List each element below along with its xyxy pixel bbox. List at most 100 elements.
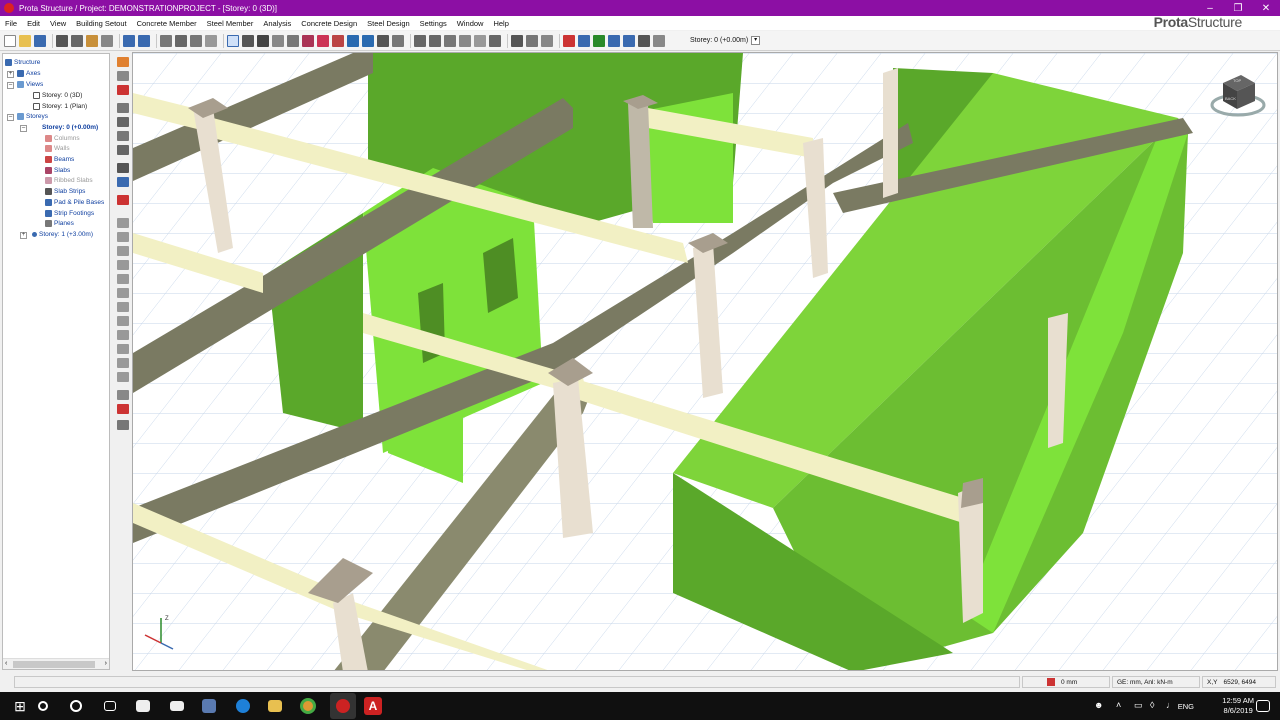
pan-icon[interactable]	[117, 145, 129, 155]
section-icon[interactable]	[414, 34, 426, 47]
menu-concrete-member[interactable]: Concrete Member	[132, 19, 202, 28]
view-option-icon[interactable]	[117, 288, 129, 298]
menu-window[interactable]: Window	[452, 19, 489, 28]
mirror-icon[interactable]	[190, 34, 202, 47]
slab-tool-icon[interactable]	[317, 34, 329, 47]
tree-view-plan[interactable]: Storey: 1 (Plan)	[33, 103, 87, 110]
3d-model-render[interactable]: TOP BACK Z	[133, 53, 1278, 671]
view-option-icon[interactable]	[117, 358, 129, 368]
rotate-icon[interactable]	[175, 34, 187, 47]
zoom-icon[interactable]	[117, 103, 129, 113]
elevation-icon[interactable]	[429, 34, 441, 47]
orbit-icon[interactable]	[117, 163, 129, 173]
dimension-tool-icon[interactable]	[392, 34, 404, 47]
tree-item-slabs[interactable]: Slabs	[45, 167, 70, 174]
menu-concrete-design[interactable]: Concrete Design	[296, 19, 362, 28]
view-option-icon[interactable]	[117, 232, 129, 242]
print-icon[interactable]	[56, 34, 68, 47]
view-option-icon[interactable]	[117, 246, 129, 256]
network-icon[interactable]: ◊	[1150, 700, 1162, 712]
view-option-icon[interactable]	[117, 344, 129, 354]
bracing-tool-icon[interactable]	[377, 34, 389, 47]
collapse-views-toggle[interactable]: –	[7, 82, 14, 89]
tree-item-walls[interactable]: Walls	[45, 145, 70, 152]
axis-tool-icon[interactable]	[117, 85, 129, 95]
autocad-icon[interactable]: A	[364, 697, 382, 715]
render-icon[interactable]	[474, 34, 486, 47]
view-option-icon[interactable]	[117, 372, 129, 382]
footing-tool-icon[interactable]	[347, 34, 359, 47]
schedule-icon[interactable]	[541, 34, 553, 47]
beam-tool-icon[interactable]	[302, 34, 314, 47]
view-option-icon[interactable]	[117, 390, 129, 400]
drawing-icon[interactable]	[608, 34, 620, 47]
tree-storeys[interactable]: Storeys	[17, 113, 48, 120]
column-tool-icon[interactable]	[272, 34, 284, 47]
copy-icon[interactable]	[71, 34, 83, 47]
menu-analysis[interactable]: Analysis	[258, 19, 296, 28]
view-option-icon[interactable]	[117, 404, 129, 414]
chevron-down-icon[interactable]: ▾	[751, 36, 761, 45]
table-icon[interactable]	[526, 34, 538, 47]
mail-icon[interactable]	[170, 701, 184, 711]
new-file-icon[interactable]	[4, 34, 16, 47]
view-option-icon[interactable]	[117, 420, 129, 430]
chrome-icon[interactable]	[300, 698, 316, 714]
view-option-icon[interactable]	[117, 330, 129, 340]
tree-horizontal-scrollbar[interactable]: ‹ ›	[3, 658, 109, 669]
people-icon[interactable]: ☻	[1094, 700, 1106, 712]
menu-settings[interactable]: Settings	[415, 19, 452, 28]
3d-viewport[interactable]: TOP BACK Z	[132, 52, 1278, 671]
units-readout[interactable]: GE: mm, Anl: kN-m	[1112, 676, 1200, 688]
menu-edit[interactable]: Edit	[22, 19, 45, 28]
store-icon[interactable]	[136, 700, 150, 712]
measure-icon[interactable]	[242, 34, 254, 47]
chart-icon[interactable]	[511, 34, 523, 47]
clock[interactable]: 12:59 AM 8/6/2019	[1222, 696, 1254, 716]
zoom-window-icon[interactable]	[117, 117, 129, 127]
elevation-readout[interactable]: 0 mm	[1022, 676, 1110, 688]
windows-start-icon[interactable]: ⊞	[10, 696, 30, 716]
pencil-icon[interactable]	[117, 57, 129, 67]
bim-icon[interactable]	[623, 34, 635, 47]
move-icon[interactable]	[160, 34, 172, 47]
menu-view[interactable]: View	[45, 19, 71, 28]
tree-view-3d[interactable]: Storey: 0 (3D)	[33, 92, 82, 99]
file-explorer-icon[interactable]	[268, 700, 282, 712]
view-option-icon[interactable]	[117, 274, 129, 284]
tree-views[interactable]: Views	[17, 81, 43, 88]
layer-icon[interactable]	[117, 177, 129, 187]
collapse-storey0-toggle[interactable]: –	[20, 125, 27, 132]
scrollbar-thumb[interactable]	[13, 661, 95, 668]
menu-steel-member[interactable]: Steel Member	[202, 19, 259, 28]
paste-icon[interactable]	[86, 34, 98, 47]
tree-storey-1[interactable]: Storey: 1 (+3.00m)	[32, 231, 93, 238]
wireframe-icon[interactable]	[459, 34, 471, 47]
storey-selector[interactable]: Storey: 0 (+0.00m) ▾	[690, 36, 761, 45]
collapse-storeys-toggle[interactable]: –	[7, 114, 14, 121]
photos-icon[interactable]	[202, 699, 216, 713]
scroll-left-icon[interactable]: ‹	[5, 660, 7, 667]
tree-item-planes[interactable]: Planes	[45, 220, 74, 227]
menu-building-setout[interactable]: Building Setout	[71, 19, 131, 28]
tree-axes[interactable]: Axes	[17, 70, 40, 77]
close-button[interactable]: ✕	[1252, 0, 1280, 16]
tray-chevron-icon[interactable]: ˄	[1116, 700, 1128, 712]
wall-tool-icon[interactable]	[287, 34, 299, 47]
clip-icon[interactable]	[444, 34, 456, 47]
cortana-icon[interactable]	[70, 700, 82, 712]
task-view-icon[interactable]	[104, 701, 116, 711]
strip-tool-icon[interactable]	[362, 34, 374, 47]
app-icon[interactable]	[4, 3, 14, 13]
snap-icon[interactable]	[117, 71, 129, 81]
prota-structure-taskbar-icon[interactable]	[330, 693, 356, 719]
tree-item-slab-strips[interactable]: Slab Strips	[45, 188, 85, 195]
open-folder-icon[interactable]	[19, 34, 31, 47]
tree-structure[interactable]: Structure	[5, 59, 40, 66]
expand-axes-toggle[interactable]: +	[7, 71, 14, 78]
expand-storey1-toggle[interactable]: +	[20, 232, 27, 239]
delete-icon[interactable]	[205, 34, 217, 47]
volume-icon[interactable]: ♩	[1166, 700, 1178, 712]
report-icon[interactable]	[101, 34, 113, 47]
check-icon[interactable]	[593, 34, 605, 47]
